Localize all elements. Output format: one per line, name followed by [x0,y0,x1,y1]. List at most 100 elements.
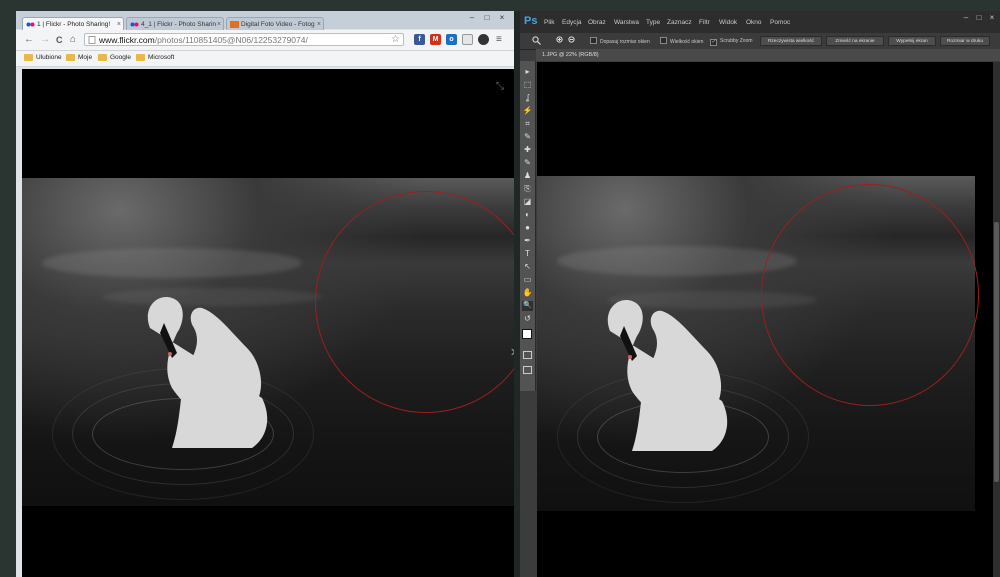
ps-tools-panel: ▸ ⬚ ʆ ⚡ ⌗ ✎ ✚ ✎ ♟ ⎘ ◪ ◐ ● ✒ T ↖ ▭ ✋ 🔍 ↺ [520,61,536,391]
gradient-tool-icon[interactable]: ◐ [522,210,533,220]
quick-mask-icon[interactable] [523,351,532,359]
ps-options-bar: Dopasuj rozmiar okien Wielkość okien ✓ Sc… [520,33,1000,50]
bookmark-moje[interactable]: Moje [66,53,92,63]
folder-icon [66,54,75,61]
menu-icon[interactable]: ≡ [496,34,502,46]
maximize-icon[interactable]: □ [973,13,985,23]
fit-screen-button[interactable]: Zmieść na ekranie [826,36,884,46]
eyedropper-tool-icon[interactable]: ✎ [522,132,533,142]
menu-type[interactable]: Type [646,18,660,28]
rotate-view-tool-icon[interactable]: ↺ [522,314,533,324]
eraser-tool-icon[interactable]: ◪ [522,197,533,207]
photoshop-window: Ps Plik Edycja Obraz Warstwa Type Zaznac… [520,11,1000,577]
blur-tool-icon[interactable]: ● [522,223,533,233]
browser-window: 1 | Flickr - Photo Sharing! × 4_1 | Flic… [16,11,514,577]
menu-widok[interactable]: Widok [719,18,737,28]
marquee-tool-icon[interactable]: ⬚ [522,80,533,90]
address-bar[interactable]: www.flickr.com/photos/110851405@N06/1225… [84,33,404,46]
folder-icon [24,54,33,61]
checkbox [660,37,667,44]
tab-flickr-2[interactable]: 4_1 | Flickr - Photo Sharin × [126,17,224,30]
print-size-button[interactable]: Rozmiar w druku [940,36,990,46]
tab-flickr-1[interactable]: 1 | Flickr - Photo Sharing! × [22,17,124,30]
folder-icon [136,54,145,61]
facebook-icon[interactable]: f [414,34,425,45]
menu-filtr[interactable]: Filtr [699,18,710,28]
tab-label: Digital Foto Video - Fotog [241,21,315,28]
maximize-icon[interactable]: □ [481,13,493,23]
menu-obraz[interactable]: Obraz [588,18,606,28]
bookmark-google[interactable]: Google [98,53,131,63]
bookmarks-bar: Ulubione Moje Google Microsoft [16,51,514,67]
crop-tool-icon[interactable]: ⌗ [522,119,533,129]
lasso-tool-icon[interactable]: ʆ [522,93,533,103]
move-tool-icon[interactable]: ▸ [522,67,533,77]
ps-vertical-scrollbar[interactable] [993,62,1000,577]
fill-screen-button[interactable]: Wypełnij ekran [888,36,936,46]
outlook-icon[interactable]: o [446,34,457,45]
bookmark-star-icon[interactable]: ☆ [391,34,400,46]
hand-tool-icon[interactable]: ✋ [522,288,533,298]
bookmark-ulubione[interactable]: Ulubione [24,53,62,63]
photoshop-logo-icon: Ps [524,15,538,27]
close-icon[interactable]: × [986,13,998,23]
minimize-icon[interactable]: – [466,13,478,23]
menu-edycja[interactable]: Edycja [562,18,582,28]
scrollbar-thumb[interactable] [994,222,999,482]
tab-close-icon[interactable]: × [317,18,321,30]
ps-document-tab[interactable]: 1.JPG @ 22% (RGB/8) [536,49,1000,61]
close-icon[interactable]: × [496,13,508,23]
brush-tool-icon[interactable]: ✎ [522,158,533,168]
bookmark-microsoft[interactable]: Microsoft [136,53,174,63]
foreground-color-swatch[interactable] [522,329,532,339]
zoom-tool-active-icon[interactable]: 🔍 [522,301,533,311]
menu-pomoc[interactable]: Pomoc [770,18,790,28]
zoom-tool-icon[interactable] [532,36,541,45]
checkbox-checked: ✓ [710,39,717,46]
tab-digital-foto[interactable]: Digital Foto Video - Fotog × [226,17,324,30]
pocket-icon[interactable] [478,34,489,45]
folder-icon [98,54,107,61]
menu-plik[interactable]: Plik [544,18,554,28]
highlight-circle [761,184,979,406]
all-windows-checkbox[interactable]: Wielkość okien [660,37,703,46]
menu-zaznacz[interactable]: Zaznacz [667,18,692,28]
forward-icon[interactable]: → [40,34,50,46]
fit-windows-checkbox[interactable]: Dopasuj rozmiar okien [590,37,650,46]
checkbox [590,37,597,44]
reload-icon[interactable]: C [56,34,63,46]
history-brush-tool-icon[interactable]: ⎘ [522,184,533,194]
expand-icon[interactable]: ⤡ [496,81,504,92]
zoom-out-icon[interactable] [568,36,577,45]
mail-icon[interactable] [462,34,473,45]
minimize-icon[interactable]: – [960,13,972,23]
zoom-in-icon[interactable] [556,36,565,45]
scrubby-zoom-checkbox[interactable]: ✓ Scrubby Zoom [710,37,753,46]
path-select-tool-icon[interactable]: ↖ [522,262,533,272]
flickr-photo-viewer: ⤡ › [22,69,514,577]
stamp-tool-icon[interactable]: ♟ [522,171,533,181]
menu-warstwa[interactable]: Warstwa [614,18,639,28]
gmail-icon[interactable]: M [430,34,441,45]
pen-tool-icon[interactable]: ✒ [522,236,533,246]
flickr-favicon-icon [26,22,35,27]
dfv-favicon-icon [230,21,239,28]
menu-okno[interactable]: Okno [746,18,762,28]
type-tool-icon[interactable]: T [522,249,533,259]
flickr-favicon-icon [130,22,139,27]
back-icon[interactable]: ← [24,34,34,46]
url-text: www.flickr.com/photos/110851405@N06/1225… [99,35,308,45]
shape-tool-icon[interactable]: ▭ [522,275,533,285]
page-icon [88,36,96,44]
tab-label: 4_1 | Flickr - Photo Sharin [141,21,217,28]
ps-canvas[interactable] [537,62,993,577]
quick-select-tool-icon[interactable]: ⚡ [522,106,533,116]
tab-close-icon[interactable]: × [217,18,221,30]
tab-label: 1 | Flickr - Photo Sharing! [37,21,111,28]
tab-close-icon[interactable]: × [117,18,121,30]
actual-pixels-button[interactable]: Rzeczywista wielkość [760,36,822,46]
home-icon[interactable]: ⌂ [70,34,76,46]
screen-mode-icon[interactable] [523,366,532,374]
document-title: 1.JPG @ 22% (RGB/8) [542,52,599,58]
healing-tool-icon[interactable]: ✚ [522,145,533,155]
